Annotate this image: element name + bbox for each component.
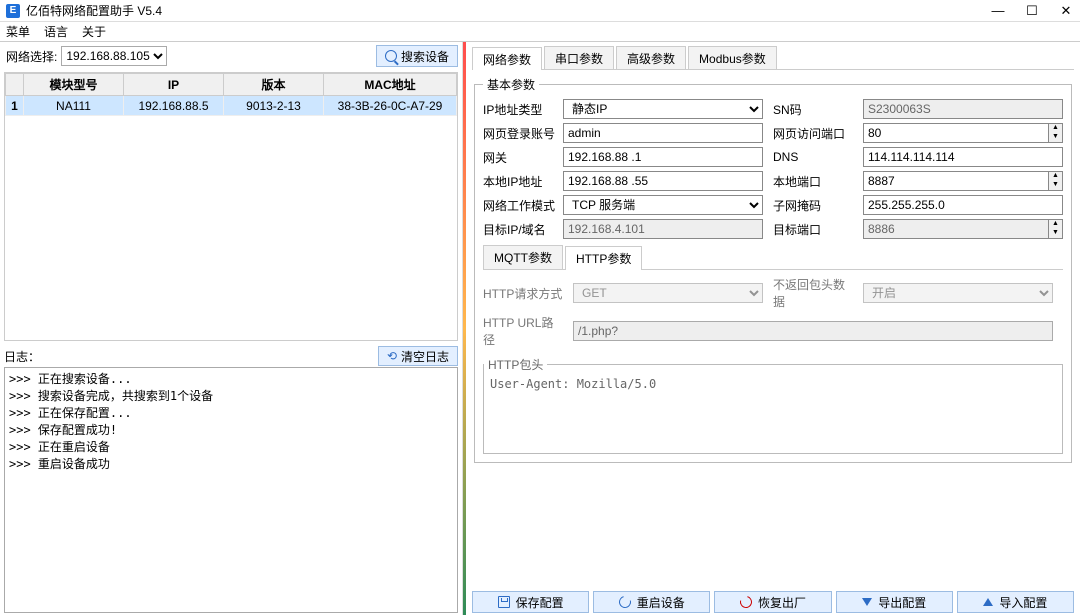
col-ip: IP bbox=[124, 74, 224, 96]
tab-network[interactable]: 网络参数 bbox=[472, 47, 542, 70]
netmask-field[interactable] bbox=[863, 195, 1063, 215]
subtab-http[interactable]: HTTP参数 bbox=[565, 246, 642, 270]
label-http-method: HTTP请求方式 bbox=[483, 285, 563, 302]
dns-field[interactable] bbox=[863, 147, 1063, 167]
label-http-url: HTTP URL路径 bbox=[483, 314, 563, 348]
http-url-field bbox=[573, 321, 1053, 341]
search-device-button[interactable]: 搜索设备 bbox=[376, 45, 458, 67]
subtab-mqtt[interactable]: MQTT参数 bbox=[483, 245, 563, 269]
tab-serial[interactable]: 串口参数 bbox=[544, 46, 614, 69]
target-field bbox=[563, 219, 763, 239]
gateway-field[interactable] bbox=[563, 147, 763, 167]
label-local-ip: 本地IP地址 bbox=[483, 173, 553, 190]
web-port-field[interactable] bbox=[863, 123, 1049, 143]
maximize-icon[interactable]: ☐ bbox=[1024, 3, 1040, 19]
module-table[interactable]: 模块型号 IP 版本 MAC地址 1 NA111 192.168.88.5 90… bbox=[4, 72, 458, 341]
network-select[interactable]: 192.168.88.105 bbox=[61, 46, 167, 66]
network-label: 网络选择: bbox=[6, 48, 57, 65]
col-mac: MAC地址 bbox=[324, 74, 457, 96]
close-icon[interactable]: ✕ bbox=[1058, 3, 1074, 19]
save-config-button[interactable]: 保存配置 bbox=[472, 591, 589, 613]
export-config-button[interactable]: 导出配置 bbox=[836, 591, 953, 613]
clear-log-label: 清空日志 bbox=[401, 348, 449, 365]
factory-reset-button[interactable]: 恢复出厂 bbox=[714, 591, 831, 613]
restart-device-button[interactable]: 重启设备 bbox=[593, 591, 710, 613]
cell-ip: 192.168.88.5 bbox=[124, 96, 224, 116]
local-port-spin[interactable]: ▲▼ bbox=[1049, 171, 1063, 191]
target-port-spin: ▲▼ bbox=[1049, 219, 1063, 239]
basic-legend: 基本参数 bbox=[483, 76, 539, 93]
tab-advanced[interactable]: 高级参数 bbox=[616, 46, 686, 69]
clear-log-button[interactable]: ⟲ 清空日志 bbox=[378, 346, 458, 366]
broom-icon: ⟲ bbox=[387, 349, 397, 363]
web-user-field[interactable] bbox=[563, 123, 763, 143]
cell-mac: 38-3B-26-0C-A7-29 bbox=[324, 96, 457, 116]
search-icon bbox=[385, 50, 397, 62]
save-icon bbox=[498, 596, 510, 608]
label-web-port: 网页访问端口 bbox=[773, 125, 853, 142]
table-row[interactable]: 1 NA111 192.168.88.5 9013-2-13 38-3B-26-… bbox=[6, 96, 457, 116]
label-ip-type: IP地址类型 bbox=[483, 101, 553, 118]
export-icon bbox=[862, 598, 872, 606]
restart-device-label: 重启设备 bbox=[637, 594, 685, 611]
import-icon bbox=[983, 598, 993, 606]
factory-reset-label: 恢复出厂 bbox=[758, 594, 806, 611]
restart-icon bbox=[617, 594, 633, 610]
http-method-select: GET bbox=[573, 283, 763, 303]
local-ip-field[interactable] bbox=[563, 171, 763, 191]
menu-item-language[interactable]: 语言 bbox=[44, 23, 68, 40]
tab-modbus[interactable]: Modbus参数 bbox=[688, 46, 777, 69]
label-local-port: 本地端口 bbox=[773, 173, 853, 190]
label-dns: DNS bbox=[773, 150, 853, 164]
label-no-return-hdr: 不返回包头数据 bbox=[773, 276, 853, 310]
label-sn: SN码 bbox=[773, 101, 853, 118]
target-port-field bbox=[863, 219, 1049, 239]
factory-icon bbox=[738, 594, 754, 610]
import-config-button[interactable]: 导入配置 bbox=[957, 591, 1074, 613]
row-index: 1 bbox=[6, 96, 24, 116]
save-config-label: 保存配置 bbox=[516, 594, 564, 611]
search-device-label: 搜索设备 bbox=[401, 48, 449, 65]
cell-model: NA111 bbox=[24, 96, 124, 116]
ip-type-select[interactable]: 静态IP bbox=[563, 99, 763, 119]
sn-field bbox=[863, 99, 1063, 119]
import-config-label: 导入配置 bbox=[999, 594, 1047, 611]
local-port-field[interactable] bbox=[863, 171, 1049, 191]
label-web-user: 网页登录账号 bbox=[483, 125, 553, 142]
window-title: 亿佰特网络配置助手 V5.4 bbox=[26, 2, 990, 19]
col-version: 版本 bbox=[224, 74, 324, 96]
label-netmask: 子网掩码 bbox=[773, 197, 853, 214]
menu-item-main[interactable]: 菜单 bbox=[6, 23, 30, 40]
export-config-label: 导出配置 bbox=[878, 594, 926, 611]
log-title: 日志： bbox=[4, 348, 378, 365]
label-mode: 网络工作模式 bbox=[483, 197, 553, 214]
label-target: 目标IP/域名 bbox=[483, 221, 553, 238]
log-output[interactable]: >>> 正在搜索设备... >>> 搜索设备完成，共搜索到1个设备 >>> 正在… bbox=[4, 367, 458, 613]
minimize-icon[interactable]: — bbox=[990, 3, 1006, 19]
no-return-hdr-select: 开启 bbox=[863, 283, 1053, 303]
menu-item-about[interactable]: 关于 bbox=[82, 23, 106, 40]
web-port-spin[interactable]: ▲▼ bbox=[1049, 123, 1063, 143]
label-target-port: 目标端口 bbox=[773, 221, 853, 238]
col-model: 模块型号 bbox=[24, 74, 124, 96]
cell-version: 9013-2-13 bbox=[224, 96, 324, 116]
http-header-body: User-Agent: Mozilla/5.0 bbox=[484, 373, 1062, 453]
mode-select[interactable]: TCP 服务端 bbox=[563, 195, 763, 215]
col-rowhead bbox=[6, 74, 24, 96]
label-gateway: 网关 bbox=[483, 149, 553, 166]
http-header-legend: HTTP包头 bbox=[484, 356, 547, 373]
app-icon: E bbox=[6, 4, 20, 18]
